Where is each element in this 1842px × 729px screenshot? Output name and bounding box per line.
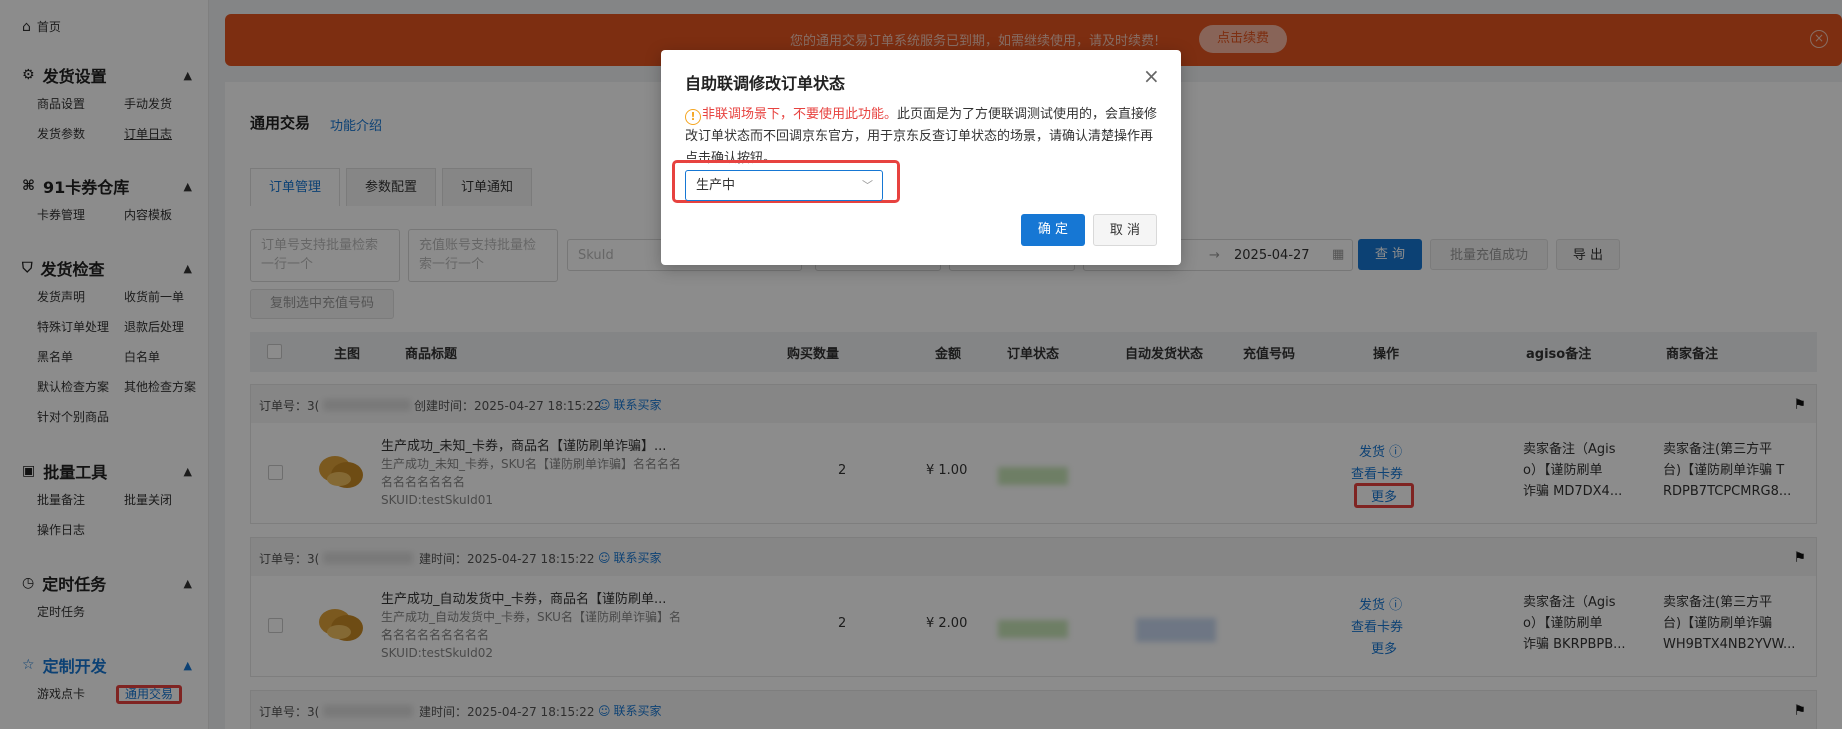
- order-status-select[interactable]: 生产中 ﹀: [685, 170, 883, 201]
- select-value: 生产中: [696, 178, 736, 193]
- status-modal: 自助联调修改订单状态 × ! 非联调场景下，不要使用此功能。此页面是为了方便联调测…: [661, 50, 1181, 265]
- close-icon[interactable]: ×: [1143, 66, 1160, 86]
- confirm-button[interactable]: 确 定: [1021, 214, 1085, 246]
- modal-title: 自助联调修改订单状态: [685, 74, 846, 93]
- cancel-button[interactable]: 取 消: [1093, 214, 1157, 246]
- warning-icon: !: [685, 109, 701, 125]
- warning-emphasis: 非联调场景下，不要使用此功能。: [702, 107, 898, 122]
- chevron-down-icon: ﹀: [862, 179, 873, 192]
